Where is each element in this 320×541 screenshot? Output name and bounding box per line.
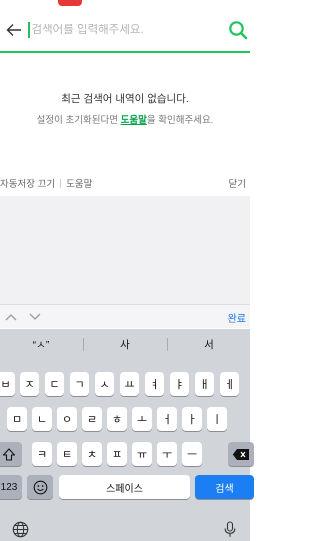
key-ㅛ[interactable]: ㅛ: [120, 372, 139, 396]
key-ㅡ[interactable]: ㅡ: [182, 442, 202, 466]
search-icon: [229, 21, 248, 40]
key-ㅗ[interactable]: ㅗ: [132, 407, 152, 431]
emoji-key[interactable]: [27, 475, 53, 499]
key-ㅈ[interactable]: ㅈ: [20, 372, 39, 396]
search-field[interactable]: [28, 16, 218, 44]
suggestion-divider: [167, 338, 168, 351]
header-divider: [0, 51, 250, 53]
previous-field-button[interactable]: [4, 310, 18, 324]
done-button[interactable]: 완료: [228, 310, 246, 325]
key-ㄷ[interactable]: ㄷ: [45, 372, 64, 396]
status-bar: [0, 0, 250, 8]
key-ㅜ[interactable]: ㅜ: [157, 442, 177, 466]
key-ㅅ[interactable]: ㅅ: [95, 372, 114, 396]
suggestion-divider: [83, 338, 84, 351]
divider: [60, 178, 62, 188]
backspace-key[interactable]: [228, 442, 254, 466]
key-ㅇ[interactable]: ㅇ: [57, 407, 77, 431]
back-button[interactable]: [4, 18, 24, 42]
key-ㅌ[interactable]: ㅌ: [57, 442, 77, 466]
shift-key[interactable]: [0, 442, 22, 466]
key-ㅁ[interactable]: ㅁ: [7, 407, 27, 431]
shift-icon: [2, 447, 16, 461]
close-button[interactable]: 닫기: [229, 176, 246, 190]
search-input[interactable]: [31, 24, 212, 36]
key-ㅕ[interactable]: ㅕ: [145, 372, 164, 396]
suggestion-item[interactable]: “ㅅ”: [6, 337, 76, 352]
key-ㅍ[interactable]: ㅍ: [107, 442, 127, 466]
key-ㅓ[interactable]: ㅓ: [157, 407, 177, 431]
numbers-key[interactable]: 123: [0, 475, 22, 499]
suggestion-item[interactable]: 사: [90, 337, 160, 352]
search-button[interactable]: [226, 18, 250, 42]
key-ㅋ[interactable]: ㅋ: [32, 442, 52, 466]
empty-state-description: 설정이 초기화된다면 도움말을 확인해주세요.: [0, 112, 250, 126]
backspace-icon: [232, 448, 249, 460]
content-backdrop: [0, 196, 250, 304]
help-link[interactable]: 도움말: [121, 115, 147, 126]
chevron-down-icon: [29, 313, 41, 320]
autosave-bar: 자동저장 끄기 도움말 닫기: [0, 170, 250, 192]
chevron-up-icon: [5, 314, 17, 321]
search-bar: [0, 10, 250, 50]
microphone-button[interactable]: [220, 519, 240, 539]
microphone-icon: [224, 520, 236, 537]
empty-desc-before: 설정이 초기화된다면: [36, 115, 121, 126]
empty-desc-after: 을 확인해주세요.: [146, 115, 214, 126]
back-arrow-icon: [6, 24, 21, 36]
key-ㅑ[interactable]: ㅑ: [170, 372, 189, 396]
key-ㅔ[interactable]: ㅔ: [220, 372, 239, 396]
key-ㅠ[interactable]: ㅠ: [132, 442, 152, 466]
next-field-button[interactable]: [28, 310, 42, 324]
suggestion-bar: “ㅅ” 사 서: [0, 329, 250, 359]
key-ㄱ[interactable]: ㄱ: [70, 372, 89, 396]
keyboard-accessory-bar: 완료: [0, 304, 250, 328]
key-ㅊ[interactable]: ㅊ: [82, 442, 102, 466]
keyboard: “ㅅ” 사 서 ㅂ ㅈ ㄷ ㄱ ㅅ ㅛ ㅕ ㅑ ㅐ ㅔ ㅁ ㄴ ㅇ ㄹ ㅎ ㅗ …: [0, 329, 254, 541]
search-key[interactable]: 검색: [195, 475, 254, 499]
globe-icon: [12, 521, 28, 537]
key-ㅣ[interactable]: ㅣ: [207, 407, 227, 431]
key-ㅎ[interactable]: ㅎ: [107, 407, 127, 431]
empty-state-title: 최근 검색어 내역이 없습니다.: [61, 93, 189, 105]
suggestion-item[interactable]: 서: [174, 337, 244, 352]
text-caret: [28, 22, 30, 38]
space-key[interactable]: 스페이스: [59, 475, 190, 499]
key-ㄹ[interactable]: ㄹ: [82, 407, 102, 431]
key-ㄴ[interactable]: ㄴ: [32, 407, 52, 431]
key-ㅏ[interactable]: ㅏ: [182, 407, 202, 431]
help-button[interactable]: 도움말: [66, 176, 92, 190]
key-ㅐ[interactable]: ㅐ: [195, 372, 214, 396]
status-indicator: [58, 0, 82, 6]
key-ㅂ[interactable]: ㅂ: [0, 372, 15, 396]
autosave-off-button[interactable]: 자동저장 끄기: [0, 176, 55, 190]
emoji-icon: [33, 480, 47, 494]
globe-button[interactable]: [10, 519, 30, 539]
